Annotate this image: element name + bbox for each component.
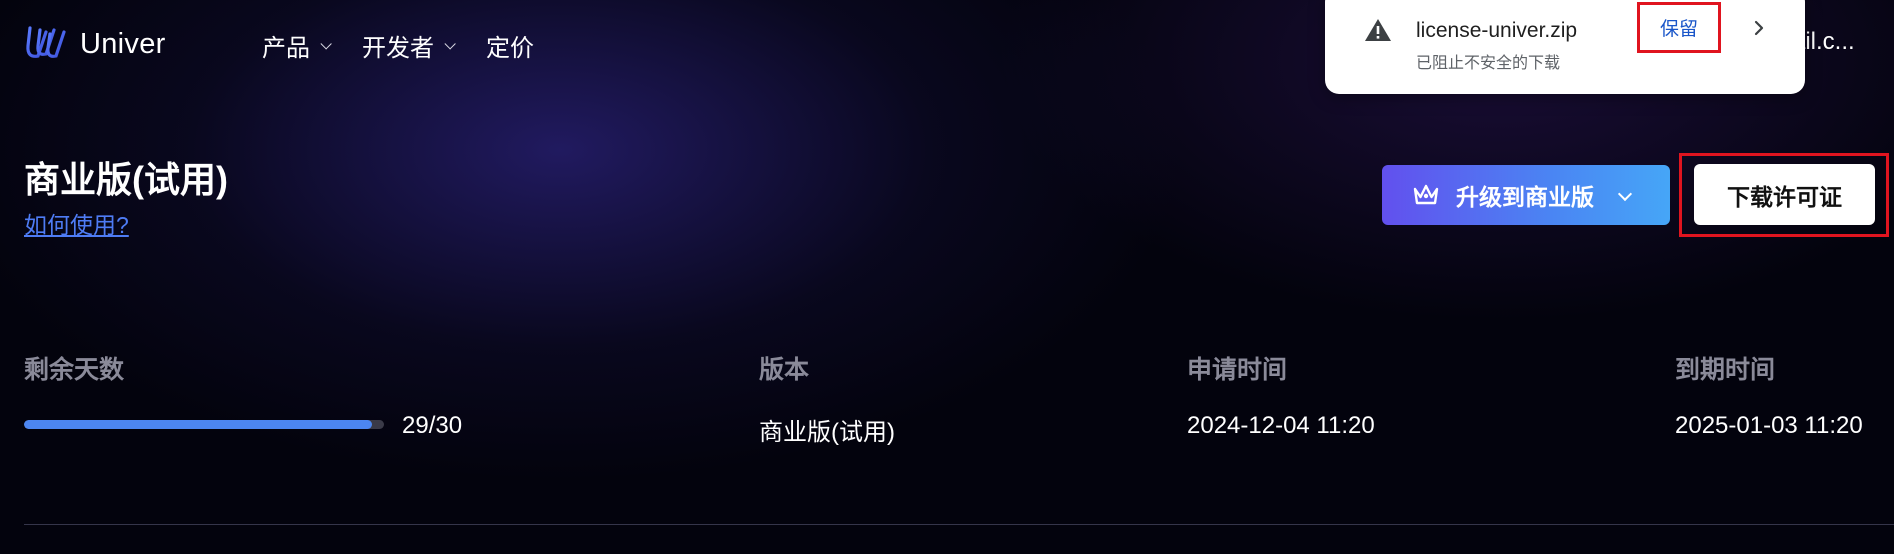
download-filename: license-univer.zip [1416, 19, 1578, 42]
divider [24, 524, 1894, 525]
column-header-applied-at: 申请时间 [1187, 356, 1288, 384]
nav-item-products[interactable]: 产品 [262, 28, 332, 63]
nav-item-label: 开发者 [362, 35, 434, 62]
brand-name: Univer [80, 27, 166, 60]
remaining-days-value: 29/30 [402, 412, 463, 439]
column-header-expires-at: 到期时间 [1675, 356, 1776, 384]
column-header-edition: 版本 [759, 356, 810, 384]
column-header-remaining-days: 剩余天数 [24, 356, 125, 384]
expires-at-value: 2025-01-03 11:20 [1675, 412, 1863, 439]
chevron-down-icon [444, 37, 456, 50]
nav-menu: 产品 开发者 定价 [262, 28, 534, 63]
progress-fill [24, 420, 373, 429]
download-license-button[interactable]: 下载许可证 [1694, 164, 1875, 225]
chevron-down-icon [1617, 186, 1633, 202]
crown-icon [1413, 184, 1439, 205]
warning-icon [1364, 18, 1392, 47]
remaining-days-progress [24, 420, 384, 429]
download-warning-popup: license-univer.zip 已阻止不安全的下载 保留 [1325, 0, 1805, 94]
edition-value: 商业版(试用) [759, 419, 895, 446]
nav-item-developers[interactable]: 开发者 [362, 28, 456, 63]
nav-item-pricing[interactable]: 定价 [486, 28, 534, 63]
upgrade-button[interactable]: 升级到商业版 [1382, 165, 1670, 225]
chevron-down-icon [320, 37, 332, 50]
chevron-right-icon[interactable] [1747, 16, 1771, 40]
how-to-use-link[interactable]: 如何使用? [24, 206, 129, 240]
applied-at-value: 2024-12-04 11:20 [1187, 412, 1375, 439]
page-title: 商业版(试用) [24, 159, 228, 200]
download-status: 已阻止不安全的下载 [1416, 55, 1561, 72]
keep-button[interactable]: 保留 [1637, 2, 1721, 53]
nav-item-label: 定价 [486, 35, 534, 62]
univer-logo-icon [24, 22, 70, 66]
upgrade-label: 升级到商业版 [1456, 184, 1594, 210]
univer-logo[interactable]: Univer [24, 22, 166, 66]
nav-item-label: 产品 [262, 35, 310, 62]
